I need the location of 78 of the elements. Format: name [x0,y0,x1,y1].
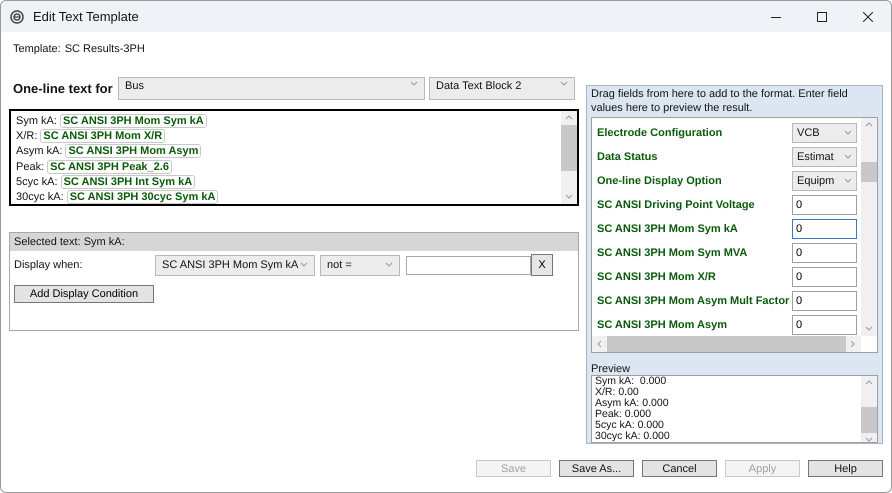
chevron-left-icon [596,340,604,348]
field-name[interactable]: SC ANSI 3PH Mom Asym Mult Factor [597,295,790,307]
template-label: Template: [13,43,61,55]
field-value-dropdown[interactable]: Estimat [792,147,857,167]
format-label: 30cyc kA: [16,191,64,204]
field-value-input[interactable]: 0 [792,195,857,215]
field-token[interactable]: SC ANSI 3PH Mom Asym [65,144,202,158]
field-token[interactable]: SC ANSI 3PH 30cyc Sym kA [66,190,218,204]
preview-line: Peak: 0.000 [595,409,652,420]
scrollbar-thumb[interactable] [561,125,577,171]
caret-icon [560,80,568,88]
display-when-label: Display when: [14,259,84,271]
preview-line: X/R: 0.00 [595,387,640,398]
fields-hint: Drag fields from here to add to the format. Enter field values here to preview the result. [591,87,849,116]
field-value-dropdown[interactable]: VCB [792,123,857,143]
chevron-up-icon [865,121,873,129]
window-title: Edit Text Template [33,9,139,24]
vertical-scrollbar[interactable] [861,376,877,442]
dialog-button[interactable]: Save As... [559,460,634,477]
field-value-dropdown[interactable]: Equipm [792,171,857,191]
preview-line: Asym kA: 0.000 [595,398,670,409]
scrollbar-thumb[interactable] [861,162,877,182]
add-condition-button[interactable]: Add Display Condition [14,285,154,303]
format-label: Asym kA: [16,145,62,158]
field-name[interactable]: SC ANSI 3PH Mom X/R [597,271,716,283]
close-icon [863,12,873,22]
dialog-button[interactable]: Cancel [642,460,717,477]
field-token[interactable]: SC ANSI 3PH Peak_2.6 [47,160,172,174]
field-value-input[interactable]: 0 [792,219,857,239]
preview-line: 5cyc kA: 0.000 [595,420,665,431]
chevron-right-icon [849,340,857,348]
field-token[interactable]: SC ANSI 3PH Int Sym kA [60,174,196,189]
maximize-icon [817,12,827,22]
field-name[interactable]: SC ANSI 3PH Mom Sym kA [597,223,738,235]
format-label: Peak: [16,160,44,173]
one-line-label: One-line text for [12,81,114,96]
caret-icon [410,80,418,88]
text-block-dropdown[interactable]: Data Text Block 2 [429,77,575,100]
dialog-button[interactable]: Help [808,460,883,477]
format-label: 5cyc kA: [16,176,58,188]
field-value-input[interactable]: 0 [792,243,857,263]
operator-dropdown[interactable]: not = [320,254,400,276]
preview-line: Sym kA: 0.000 [595,376,668,387]
field-token[interactable]: SC ANSI 3PH Mom X/R [40,128,166,143]
chevron-up-icon [565,114,573,122]
caret-icon [844,153,852,161]
element-type-dropdown[interactable]: Bus [118,77,425,100]
clear-button[interactable]: X [531,254,553,276]
field-value-input[interactable]: 0 [792,315,857,335]
caret-icon [300,261,308,269]
chevron-down-icon [565,193,573,201]
field-name[interactable]: Electrode Configuration [597,127,722,139]
condition-value-field[interactable] [406,256,531,274]
field-value-input[interactable]: 0 [792,267,857,287]
field-token[interactable]: SC ANSI 3PH Mom Sym kA [60,114,207,128]
caret-icon [844,177,852,185]
field-value-input[interactable]: 0 [792,291,857,311]
chevron-down-icon [865,325,873,333]
app-logo-icon [10,10,24,24]
field-name[interactable]: SC ANSI 3PH Mom Sym MVA [597,247,748,259]
field-name[interactable]: One-line Display Option [597,175,722,187]
vertical-scrollbar[interactable] [561,111,577,204]
template-name: SC Results-3PH [64,43,145,55]
scrollbar-thumb[interactable] [861,407,877,433]
format-label: X/R: [16,130,38,142]
preview-label: Preview [591,363,632,375]
chevron-up-icon [865,379,873,387]
caret-icon [844,129,852,137]
vertical-scrollbar[interactable] [861,118,877,336]
preview-line: 30cyc kA: 0.000 [595,431,671,442]
field-name[interactable]: SC ANSI 3PH Mom Asym [597,319,727,331]
format-editor[interactable]: Sym kA: SC ANSI 3PH Mom Sym kA X/R: SC ANSI 3PH Mom X/R Asym kA: SC ANSI 3PH Mom Asym Peak: SC ANSI 3PH Peak_2.6 5cyc kA: SC ANSI 3PH Int Sym kA 30cyc kA: SC ANSI 3PH 30cyc Sym kA [9,109,579,206]
format-label: Sym kA: [16,114,57,127]
selected-text-header: Selected text: Sym kA: [10,233,578,251]
field-name[interactable]: Data Status [597,151,658,163]
condition-field-dropdown[interactable]: SC ANSI 3PH Mom Sym kA [155,254,315,276]
field-name[interactable]: SC ANSI Driving Point Voltage [597,199,755,211]
caret-icon [385,261,393,269]
